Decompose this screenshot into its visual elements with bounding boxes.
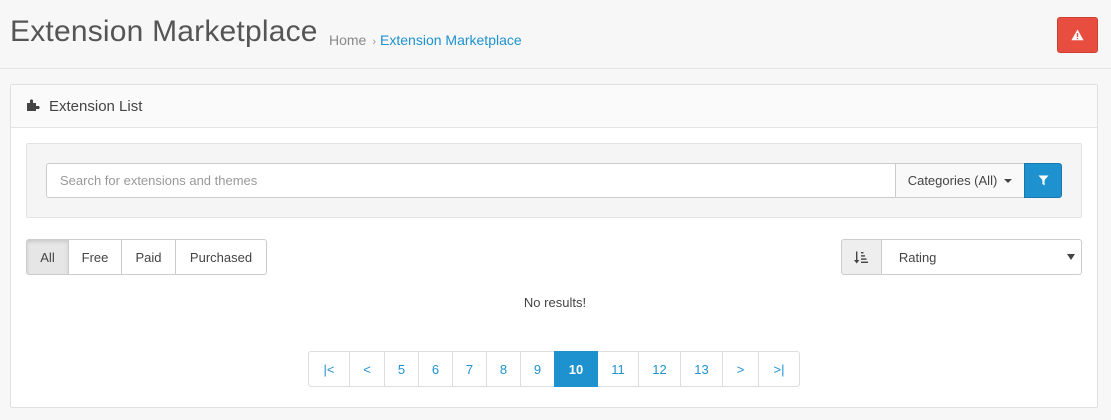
page-header: Extension Marketplace Home › Extension Mar… [0,0,1111,69]
categories-label: Categories (All) [907,173,998,188]
search-input[interactable] [46,163,896,198]
sort-addon [841,239,882,275]
page-8[interactable]: 8 [486,351,521,387]
page-next[interactable]: > [722,351,759,387]
license-filter-group: All Free Paid Purchased [26,239,267,275]
page-5[interactable]: 5 [384,351,419,387]
page-10-current[interactable]: 10 [554,351,598,387]
filter-all-button[interactable]: All [26,239,69,275]
select-arrow-icon [1067,254,1075,260]
filter-paid-button[interactable]: Paid [121,239,176,275]
filter-button[interactable] [1024,163,1062,198]
page-prev[interactable]: < [349,351,385,387]
sort-selected-value: Rating [898,249,937,265]
caret-down-icon [1004,178,1013,183]
warning-icon [1071,29,1084,41]
sort-control: Rating [841,239,1082,275]
filter-free-button[interactable]: Free [68,239,122,275]
page-7[interactable]: 7 [452,351,487,387]
page-title: Extension Marketplace [10,15,318,48]
page-9[interactable]: 9 [520,351,555,387]
breadcrumb: Home › Extension Marketplace [329,32,522,48]
categories-dropdown[interactable]: Categories (All) [895,163,1025,198]
filter-purchased-button[interactable]: Purchased [175,239,267,275]
page-first[interactable]: |< [308,351,350,387]
search-well: Categories (All) [26,143,1082,218]
panel-title: Extension List [49,98,143,115]
breadcrumb-home[interactable]: Home [329,32,366,48]
page-last[interactable]: >| [758,351,800,387]
page-11[interactable]: 11 [597,351,639,387]
page-12[interactable]: 12 [638,351,681,387]
breadcrumb-separator: › [372,36,377,48]
panel-heading: Extension List [11,85,1097,128]
filter-icon [1038,175,1048,186]
breadcrumb-extension-marketplace[interactable]: Extension Marketplace [380,32,522,48]
sort-select[interactable]: Rating [881,239,1082,275]
pagination: |< < 5 6 7 8 9 10 11 12 13 > >| [308,351,800,387]
extension-list-panel: Extension List Categories (All) All Free… [10,84,1098,408]
alert-button[interactable] [1057,17,1098,53]
puzzle-icon [26,98,40,117]
sort-amount-icon [854,251,869,263]
no-results-message: No results! [523,295,587,310]
page-6[interactable]: 6 [418,351,453,387]
page-13[interactable]: 13 [680,351,723,387]
